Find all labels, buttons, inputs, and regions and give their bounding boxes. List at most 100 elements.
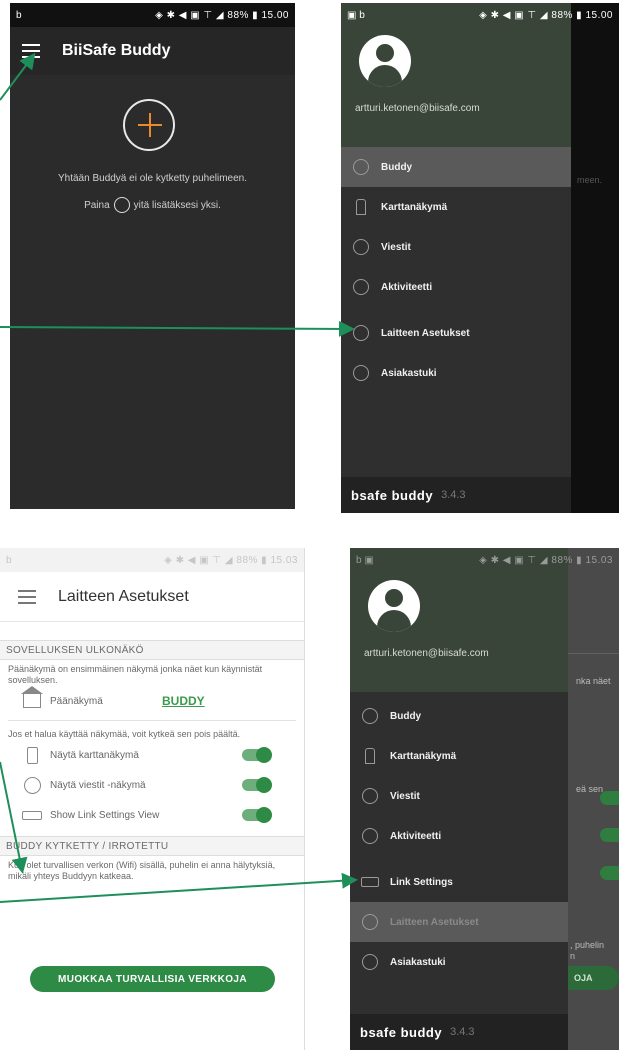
menu-item-messages[interactable]: Viestit bbox=[350, 776, 568, 816]
user-email: artturi.ketonen@biisafe.com bbox=[355, 103, 480, 114]
status-bar: b ▣ ◈ ✱ ◀ ▣ ⊤ ◢ 88% ▮ 15.03 bbox=[350, 548, 619, 572]
brand-logo: bsafe buddy bbox=[351, 487, 434, 503]
menu-item-messages[interactable]: Viestit bbox=[341, 227, 571, 267]
app-version: 3.4.3 bbox=[450, 1026, 475, 1038]
background-toggle bbox=[600, 791, 619, 805]
menu-label: Laitteen Asetukset bbox=[381, 327, 470, 339]
drawer-bottom-phone: nka näet eä sen , puhelin n OJA artturi.… bbox=[350, 548, 619, 1050]
menu-label: Karttanäkymä bbox=[381, 201, 448, 213]
menu-item-buddy[interactable]: Buddy bbox=[341, 147, 571, 187]
avatar[interactable] bbox=[368, 580, 420, 632]
menu-item-device-settings[interactable]: Laitteen Asetukset bbox=[341, 313, 571, 353]
main-view-label: Päänäkymä bbox=[50, 695, 103, 707]
activity-icon bbox=[350, 828, 390, 844]
menu-item-support[interactable]: Asiakastuki bbox=[350, 942, 568, 982]
main-view-row[interactable]: Päänäkymä BUDDY bbox=[0, 686, 304, 716]
status-left: b bbox=[6, 554, 12, 566]
messages-icon bbox=[350, 788, 390, 804]
toggle-row-messages: Näytä viestit -näkymä bbox=[0, 770, 304, 800]
support-icon bbox=[341, 365, 381, 381]
main-screen-phone: b ◈ ✱ ◀ ▣ ⊤ ◢ 88% ▮ 15.00 BiiSafe Buddy … bbox=[10, 3, 295, 509]
menu-item-link-settings[interactable]: Link Settings bbox=[350, 862, 568, 902]
status-left: ▣ b bbox=[347, 9, 365, 21]
background-button: OJA bbox=[568, 966, 619, 990]
app-version: 3.4.3 bbox=[441, 489, 466, 501]
link-settings-toggle[interactable] bbox=[242, 807, 272, 823]
status-right: ◈ ✱ ◀ ▣ ⊤ ◢ 88% ▮ 15.00 bbox=[155, 9, 289, 21]
status-right: ◈ ✱ ◀ ▣ ⊤ ◢ 88% ▮ 15.00 bbox=[479, 9, 613, 21]
home-icon bbox=[20, 686, 44, 711]
add-buddy-button[interactable] bbox=[123, 99, 175, 151]
brand-logo: bsafe buddy bbox=[360, 1024, 443, 1040]
section-connection-description: Kun olet turvallisen verkon (Wifi) sisäl… bbox=[8, 860, 276, 881]
edit-safe-networks-button[interactable]: MUOKKAA TURVALLISIA VERKKOJA bbox=[30, 966, 275, 992]
drawer-menu: Buddy Karttanäkymä Viestit Aktiviteetti … bbox=[341, 147, 571, 393]
toggles-description: Jos et halua käyttää näkymää, voit kytke… bbox=[8, 729, 241, 739]
toggle-row-link-settings: Show Link Settings View bbox=[0, 800, 304, 830]
buddy-icon bbox=[350, 708, 390, 724]
menu-item-activity[interactable]: Aktiviteetti bbox=[350, 816, 568, 856]
map-icon bbox=[341, 199, 381, 215]
background-toggle bbox=[600, 828, 619, 842]
background-peek-text: nka näet bbox=[576, 676, 611, 686]
menu-label: Laitteen Asetukset bbox=[390, 916, 479, 928]
toggle-label: Näytä karttanäkymä bbox=[50, 749, 139, 761]
toggle-label: Show Link Settings View bbox=[50, 809, 160, 821]
menu-item-device-settings[interactable]: Laitteen Asetukset bbox=[350, 902, 568, 942]
settings-title: Laitteen Asetukset bbox=[58, 587, 189, 605]
router-icon bbox=[20, 805, 44, 825]
avatar[interactable] bbox=[359, 35, 411, 87]
instruction-part-a: Paina bbox=[84, 199, 110, 211]
drawer-top-phone: artturi.ketonen@biisafe.com Buddy Kartta… bbox=[341, 3, 619, 513]
drawer-footer: bsafe buddy 3.4.3 bbox=[341, 477, 571, 513]
menu-item-map[interactable]: Karttanäkymä bbox=[350, 736, 568, 776]
background-peek-text: eä sen bbox=[576, 784, 604, 794]
menu-label: Asiakastuki bbox=[381, 367, 437, 379]
main-view-value-link[interactable]: BUDDY bbox=[162, 694, 205, 708]
drawer-footer: bsafe buddy 3.4.3 bbox=[350, 1014, 568, 1050]
support-icon bbox=[350, 954, 390, 970]
background-peek-text: , puhelin bbox=[570, 940, 605, 950]
section-appearance-description: Päänäkymä on ensimmäinen näkymä jonka nä… bbox=[8, 664, 263, 685]
toggle-label: Näytä viestit -näkymä bbox=[50, 779, 146, 791]
background-divider bbox=[568, 653, 619, 654]
toggle-row-map: Näytä karttanäkymä bbox=[0, 740, 304, 770]
messages-icon bbox=[20, 775, 44, 795]
menu-item-support[interactable]: Asiakastuki bbox=[341, 353, 571, 393]
no-buddy-message: Yhtään Buddyä ei ole kytketty puhelimeen… bbox=[57, 173, 247, 184]
menu-label: Aktiviteetti bbox=[381, 281, 433, 293]
user-email: artturi.ketonen@biisafe.com bbox=[364, 648, 489, 659]
menu-label: Asiakastuki bbox=[390, 956, 446, 968]
messages-view-toggle[interactable] bbox=[242, 777, 272, 793]
hamburger-menu-icon[interactable] bbox=[18, 589, 36, 604]
add-instruction: Paina yitä lisätäksesi yksi. bbox=[10, 197, 295, 213]
menu-label: Buddy bbox=[381, 161, 413, 173]
app-bar: BiiSafe Buddy bbox=[10, 27, 295, 75]
menu-label: Buddy bbox=[390, 710, 422, 722]
menu-label: Viestit bbox=[390, 790, 420, 802]
navigation-drawer: artturi.ketonen@biisafe.com Buddy Kartta… bbox=[341, 3, 571, 513]
device-settings-icon bbox=[350, 914, 390, 930]
map-view-toggle[interactable] bbox=[242, 747, 272, 763]
menu-item-map[interactable]: Karttanäkymä bbox=[341, 187, 571, 227]
menu-item-activity[interactable]: Aktiviteetti bbox=[341, 267, 571, 307]
menu-label: Karttanäkymä bbox=[390, 750, 457, 762]
activity-icon bbox=[341, 279, 381, 295]
section-appearance-header: SOVELLUKSEN ULKONÄKÖ bbox=[0, 640, 304, 660]
status-left: b ▣ bbox=[356, 554, 374, 566]
section-connection-header: BUDDY KYTKETTY / IRROTETTU bbox=[0, 836, 304, 856]
hamburger-menu-icon[interactable] bbox=[22, 44, 40, 58]
background-toggle bbox=[600, 866, 619, 880]
background-peek-text: n bbox=[570, 951, 576, 961]
settings-phone: b ◈ ✱ ◀ ▣ ⊤ ◢ 88% ▮ 15.03 Laitteen Asetu… bbox=[0, 548, 305, 1050]
status-bar: b ◈ ✱ ◀ ▣ ⊤ ◢ 88% ▮ 15.03 bbox=[0, 548, 304, 572]
settings-app-bar: Laitteen Asetukset bbox=[0, 572, 304, 622]
menu-item-buddy[interactable]: Buddy bbox=[350, 696, 568, 736]
menu-label: Link Settings bbox=[390, 876, 453, 888]
status-bar: b ◈ ✱ ◀ ▣ ⊤ ◢ 88% ▮ 15.00 bbox=[10, 3, 295, 27]
buddy-icon bbox=[341, 159, 381, 175]
map-icon bbox=[350, 748, 390, 764]
drawer-menu: Buddy Karttanäkymä Viestit Aktiviteetti … bbox=[350, 696, 568, 982]
messages-icon bbox=[341, 239, 381, 255]
map-phone-icon bbox=[20, 745, 44, 765]
